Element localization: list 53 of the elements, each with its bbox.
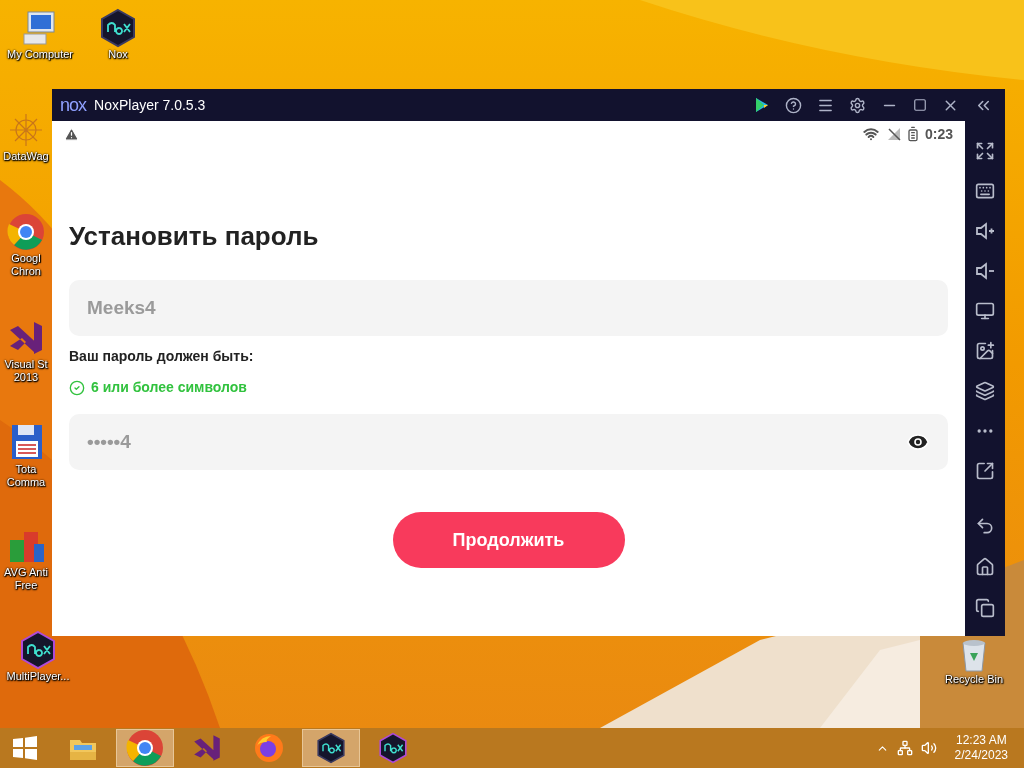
hexagon-app-icon [315, 732, 347, 764]
monitor-icon[interactable] [975, 301, 995, 321]
desktop-icon-label[interactable]: MultiPlayer... [6, 670, 70, 683]
logo: nox [60, 96, 87, 114]
taskbar-button[interactable] [302, 729, 360, 767]
desktop-icon-label[interactable]: Recycle Bin [944, 673, 1004, 686]
windows-logo-icon[interactable] [12, 735, 38, 761]
hexagon-app-icon [98, 8, 138, 48]
desktop-icon-label[interactable]: Free [14, 579, 38, 592]
rules-title: Ваш пароль должен быть: [69, 347, 255, 366]
desktop-icon-label[interactable]: Comma [6, 476, 46, 489]
desktop-icon-label[interactable]: AVG Anti [4, 566, 48, 579]
fullscreen-icon[interactable] [975, 141, 995, 161]
desktop-icon-label[interactable]: Nox [108, 48, 128, 61]
speaker-plus-icon[interactable] [975, 221, 995, 241]
back-icon[interactable] [975, 515, 995, 536]
window-title: NoxPlayer 7.0.5.3 [94, 95, 206, 115]
status-time: 0:23 [924, 124, 953, 144]
recent-apps-icon[interactable] [975, 597, 995, 618]
firefox-icon [253, 732, 285, 764]
desktop-icon-label[interactable]: My Computer [7, 48, 73, 61]
settings-icon[interactable] [849, 96, 866, 114]
no-signal-icon [886, 127, 901, 141]
export-icon[interactable] [975, 461, 995, 481]
desktop-icon-label[interactable]: 2013 [13, 371, 39, 384]
desktop-icon-label[interactable]: Googl [11, 252, 41, 265]
network-icon[interactable] [896, 740, 913, 756]
hexagon-app-icon [377, 732, 409, 764]
maximize-icon[interactable] [913, 98, 927, 112]
desktop-icon-label[interactable]: Tota [15, 463, 37, 476]
desktop-icon-label[interactable]: Visual St [4, 358, 48, 371]
continue-button[interactable]: Продолжить [392, 512, 625, 568]
stack-icon[interactable] [975, 381, 995, 401]
username-field[interactable]: Meeks4 [69, 280, 948, 336]
hexagon-app-icon [18, 630, 58, 670]
play-store-icon[interactable] [754, 97, 770, 113]
volume-icon[interactable] [920, 740, 937, 756]
desktop-icon-label[interactable]: DataWag [3, 150, 49, 163]
chrome-icon [125, 728, 165, 768]
clock-time[interactable]: 12:23 AM [955, 733, 1007, 748]
help-icon[interactable] [785, 96, 802, 114]
page-heading: Установить пароль [69, 220, 320, 253]
rule-text: 6 или более символов [91, 378, 247, 397]
speaker-minus-icon[interactable] [975, 261, 995, 281]
keyboard-icon[interactable] [975, 181, 995, 201]
password-field[interactable]: •••••4 [69, 414, 948, 470]
home-icon[interactable] [975, 556, 995, 577]
warning-icon [64, 126, 79, 142]
clock-date[interactable]: 2/24/2023 [954, 748, 1008, 763]
desktop-icon-label[interactable]: Chron [11, 265, 41, 278]
chrome-icon [6, 212, 46, 252]
ribbon-icon [191, 732, 223, 764]
wifi-icon [862, 126, 879, 142]
